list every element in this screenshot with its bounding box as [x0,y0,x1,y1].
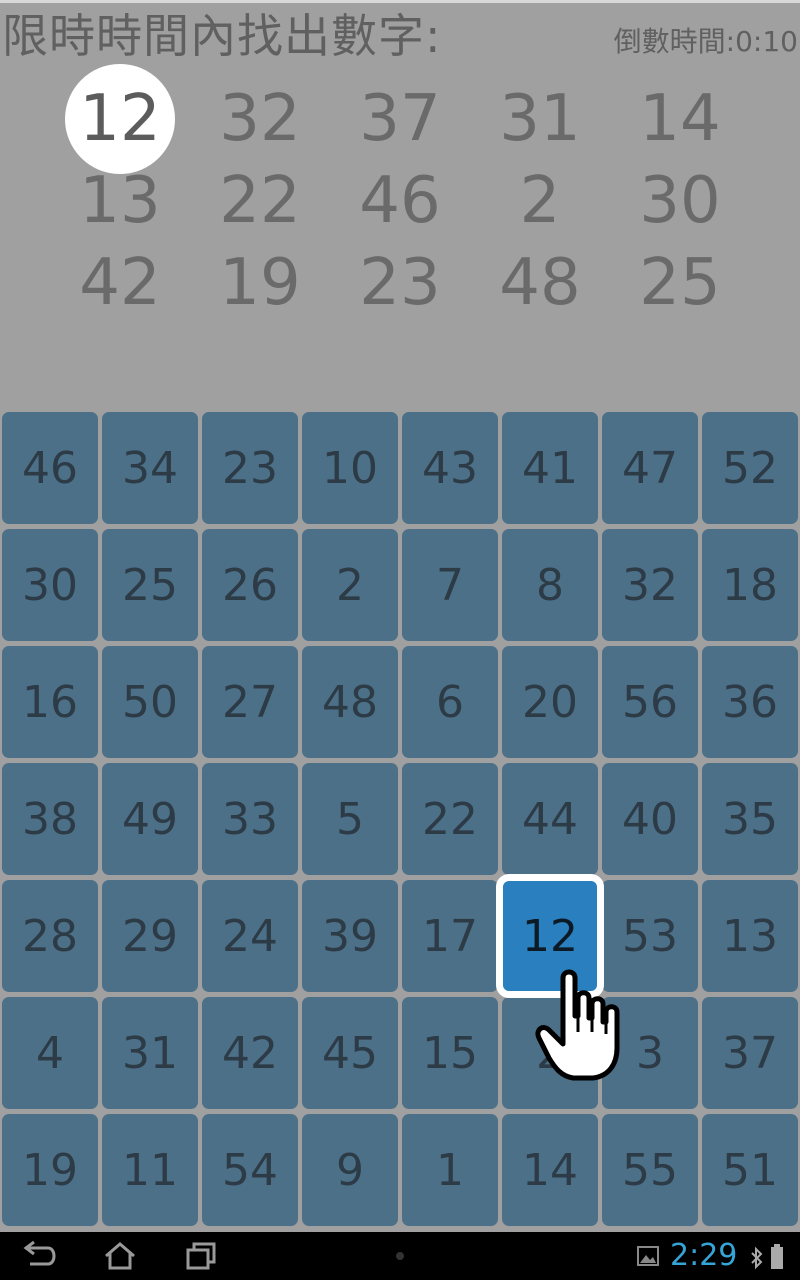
number-cell[interactable]: 17 [402,880,498,992]
number-cell[interactable]: 15 [402,997,498,1109]
target-number: 14 [610,78,750,160]
home-icon[interactable] [102,1240,138,1272]
status-clock: 2:29 [670,1238,738,1273]
number-cell[interactable]: 31 [102,997,198,1109]
number-cell[interactable]: 26 [202,529,298,641]
number-cell[interactable]: 45 [302,997,398,1109]
target-number-label: 46 [359,164,441,238]
number-cell[interactable]: 48 [302,646,398,758]
number-cell[interactable]: 47 [602,412,698,524]
number-cell[interactable]: 40 [602,763,698,875]
number-cell[interactable]: 55 [602,1114,698,1226]
target-number-label: 2 [519,164,561,238]
number-board: 46 34 23 10 43 41 47 52 30 25 26 2 7 8 32 18 16 50 27 48 6 20… [2,412,798,1226]
number-cell[interactable]: 24 [202,880,298,992]
number-cell[interactable]: 23 [202,412,298,524]
target-number: 23 [330,242,470,324]
number-cell[interactable]: 42 [202,997,298,1109]
target-number-label: 25 [639,246,721,320]
bluetooth-icon [751,1246,763,1270]
target-number: 48 [470,242,610,324]
number-cell[interactable]: 4 [2,997,98,1109]
number-cell[interactable]: 36 [702,646,798,758]
target-number: 13 [50,160,190,242]
number-cell[interactable]: 34 [102,412,198,524]
number-cell[interactable]: 2 [302,529,398,641]
target-number: 30 [610,160,750,242]
number-cell[interactable]: 52 [702,412,798,524]
number-cell[interactable]: 50 [102,646,198,758]
number-cell[interactable]: 51 [702,1114,798,1226]
target-number: 25 [610,242,750,324]
number-cell[interactable]: 43 [402,412,498,524]
number-cell[interactable]: 41 [502,412,598,524]
number-cell[interactable]: 14 [502,1114,598,1226]
nav-dot [396,1252,404,1260]
target-number-label: 13 [79,164,161,238]
target-number: 19 [190,242,330,324]
number-cell[interactable]: 8 [502,529,598,641]
number-cell[interactable]: 22 [402,763,498,875]
number-cell[interactable]: 56 [602,646,698,758]
number-cell[interactable]: 30 [2,529,98,641]
number-cell[interactable]: 7 [402,529,498,641]
battery-icon [771,1244,783,1269]
number-cell[interactable]: 6 [402,646,498,758]
number-cell[interactable]: 39 [302,880,398,992]
target-number-label: 48 [499,246,581,320]
timer-label: 倒數時間: [613,25,736,58]
target-number: 46 [330,160,470,242]
recent-apps-icon[interactable] [184,1240,220,1272]
number-cell[interactable]: 20 [502,646,598,758]
number-cell[interactable]: 38 [2,763,98,875]
number-cell[interactable]: 16 [2,646,98,758]
current-target-number: 12 [50,64,190,174]
target-number: 32 [190,78,330,160]
number-cell[interactable]: 13 [702,880,798,992]
target-number-label: 32 [219,82,301,156]
target-number-label: 30 [639,164,721,238]
instruction-text: 限時時間內找出數字: [2,9,442,63]
number-cell[interactable]: 11 [102,1114,198,1226]
number-cell[interactable]: 32 [602,529,698,641]
target-number-label: 31 [499,82,581,156]
target-number-label: 22 [219,164,301,238]
number-cell[interactable]: 27 [202,646,298,758]
target-number-label: 42 [79,246,161,320]
number-cell[interactable]: 10 [302,412,398,524]
gallery-icon [637,1246,659,1266]
target-number: 22 [190,160,330,242]
target-number: 42 [50,242,190,324]
number-cell[interactable]: 5 [302,763,398,875]
countdown-timer: 倒數時間:0:10 [614,22,798,62]
number-cell[interactable]: 49 [102,763,198,875]
target-number: 37 [330,78,470,160]
back-icon[interactable] [20,1240,60,1272]
target-number-label: 12 [79,82,161,156]
number-cell[interactable]: 54 [202,1114,298,1226]
top-strip [0,0,800,3]
number-cell[interactable]: 46 [2,412,98,524]
number-cell[interactable]: 28 [2,880,98,992]
number-cell[interactable]: 19 [2,1114,98,1226]
target-number-label: 37 [359,82,441,156]
number-cell[interactable]: 9 [302,1114,398,1226]
timer-value: 0:10 [735,25,798,58]
target-number-label: 23 [359,246,441,320]
number-cell[interactable]: 29 [102,880,198,992]
number-cell[interactable]: 1 [402,1114,498,1226]
target-number-list: 12 32 37 31 14 13 22 46 2 30 42 19 23 48 25 [50,64,750,324]
number-cell[interactable]: 33 [202,763,298,875]
target-number-label: 14 [639,82,721,156]
number-cell[interactable]: 44 [502,763,598,875]
number-cell[interactable]: 35 [702,763,798,875]
target-number: 31 [470,78,610,160]
number-cell[interactable]: 18 [702,529,798,641]
number-cell[interactable]: 25 [102,529,198,641]
pointer-hand-icon [535,969,620,1081]
target-number: 2 [470,160,610,242]
number-cell[interactable]: 37 [702,997,798,1109]
target-number-label: 19 [219,246,301,320]
